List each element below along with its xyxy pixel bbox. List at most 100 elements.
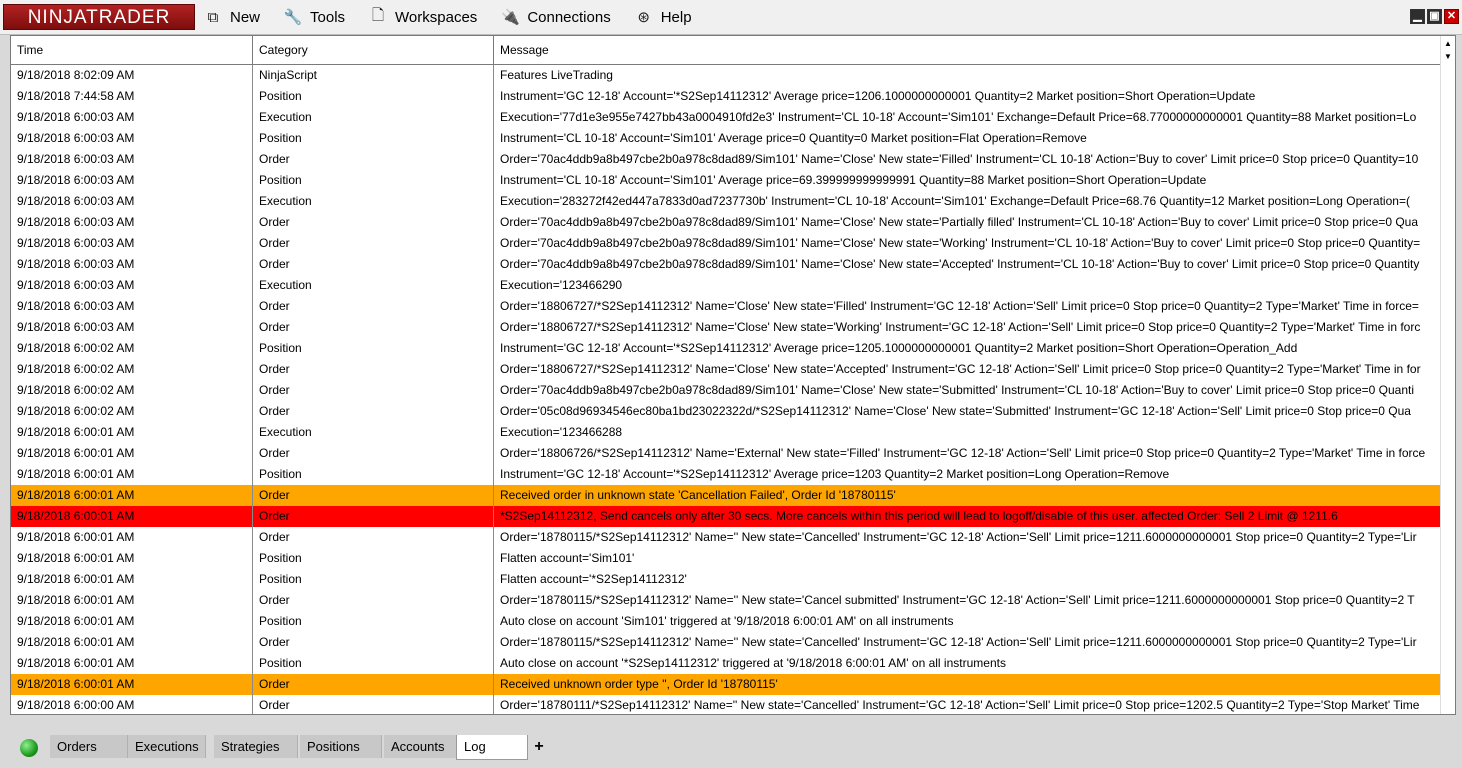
tab-orders[interactable]: Orders xyxy=(50,735,128,758)
log-time-cell: 9/18/2018 6:00:02 AM xyxy=(11,380,253,401)
log-message-cell: Auto close on account 'Sim101' triggered… xyxy=(500,614,954,628)
log-row[interactable]: 9/18/2018 6:00:01 AM Position Auto close o… xyxy=(11,611,1442,632)
log-category-cell: Order xyxy=(253,359,494,380)
log-category-cell: Position xyxy=(253,128,494,149)
new-window-icon: ⧉ xyxy=(207,8,219,26)
log-time-cell: 9/18/2018 7:44:58 AM xyxy=(11,86,253,107)
vertical-scrollbar[interactable]: ▲ ▼ xyxy=(1440,36,1455,714)
log-row[interactable]: 9/18/2018 6:00:03 AM Position Instrument='… xyxy=(11,170,1442,191)
log-row[interactable]: 9/18/2018 6:00:01 AM Order Order='18806726… xyxy=(11,443,1442,464)
log-message-cell: Order='18780115/*S2Sep14112312' Name='' … xyxy=(500,530,1417,544)
log-row[interactable]: 9/18/2018 6:00:01 AM Order Order='18780115… xyxy=(11,527,1442,548)
scroll-up-icon[interactable]: ▲ xyxy=(1441,38,1455,49)
log-message-cell: Received order in unknown state 'Cancell… xyxy=(500,488,896,502)
menu-tools[interactable]: 🔧 Tools xyxy=(283,8,345,27)
menu-workspaces[interactable]: 🗋 Workspaces xyxy=(370,6,477,26)
log-category-cell: Order xyxy=(253,380,494,401)
log-message-cell: Instrument='GC 12-18' Account='*S2Sep141… xyxy=(500,89,1256,103)
menu-new[interactable]: ⧉ New xyxy=(205,8,260,26)
log-row[interactable]: 9/18/2018 6:00:01 AM Order *S2Sep14112312,… xyxy=(11,506,1442,527)
log-row[interactable]: 9/18/2018 6:00:01 AM Order Order='18780115… xyxy=(11,590,1442,611)
log-time-cell: 9/18/2018 6:00:02 AM xyxy=(11,401,253,422)
column-header-message[interactable]: Message xyxy=(494,36,1442,64)
log-row[interactable]: 9/18/2018 6:00:02 AM Order Order='70ac4ddb… xyxy=(11,380,1442,401)
log-row[interactable]: 9/18/2018 7:44:58 AM Position Instrument='… xyxy=(11,86,1442,107)
close-button[interactable]: ✕ xyxy=(1444,9,1459,24)
log-category-cell: Order xyxy=(253,485,494,506)
log-row[interactable]: 9/18/2018 6:00:01 AM Position Flatten acco… xyxy=(11,548,1442,569)
log-time-cell: 9/18/2018 6:00:01 AM xyxy=(11,485,253,506)
minimize-button[interactable]: ▁ xyxy=(1410,9,1425,24)
log-row[interactable]: 9/18/2018 6:00:01 AM Position Auto close o… xyxy=(11,653,1442,674)
log-row[interactable]: 9/18/2018 6:00:01 AM Position Instrument='… xyxy=(11,464,1442,485)
log-message-cell: Execution='123466288 xyxy=(500,425,623,439)
log-time-cell: 9/18/2018 6:00:01 AM xyxy=(11,464,253,485)
log-row[interactable]: 9/18/2018 8:02:09 AM NinjaScript Features … xyxy=(11,65,1442,86)
log-row[interactable]: 9/18/2018 6:00:00 AM Order Order='18780111… xyxy=(11,695,1442,714)
maximize-button[interactable]: ▣ xyxy=(1427,9,1442,24)
log-category-cell: Order xyxy=(253,254,494,275)
log-time-cell: 9/18/2018 6:00:02 AM xyxy=(11,359,253,380)
log-category-cell: Position xyxy=(253,170,494,191)
column-header-time[interactable]: Time xyxy=(11,36,253,64)
log-category-cell: Execution xyxy=(253,191,494,212)
tab-accounts[interactable]: Accounts xyxy=(384,735,462,758)
log-message-cell: Order='05c08d96934546ec80ba1bd23022322d/… xyxy=(500,404,1411,418)
tab-positions[interactable]: Positions xyxy=(300,735,382,758)
menu-label: Connections xyxy=(527,8,611,26)
menu-help[interactable]: ⊛ Help xyxy=(636,8,691,27)
log-row[interactable]: 9/18/2018 6:00:02 AM Position Instrument='… xyxy=(11,338,1442,359)
column-header-category[interactable]: Category xyxy=(253,36,494,64)
log-time-cell: 9/18/2018 6:00:01 AM xyxy=(11,443,253,464)
log-row[interactable]: 9/18/2018 6:00:02 AM Order Order='05c08d96… xyxy=(11,401,1442,422)
log-message-cell: Order='70ac4ddb9a8b497cbe2b0a978c8dad89/… xyxy=(500,257,1420,271)
log-category-cell: Position xyxy=(253,611,494,632)
log-time-cell: 9/18/2018 6:00:03 AM xyxy=(11,107,253,128)
menu-label: New xyxy=(230,8,261,26)
log-message-cell: Order='70ac4ddb9a8b497cbe2b0a978c8dad89/… xyxy=(500,215,1419,229)
log-row[interactable]: 9/18/2018 6:00:01 AM Order Received order … xyxy=(11,485,1442,506)
wrench-icon: 🔧 xyxy=(283,9,303,26)
log-message-cell: *S2Sep14112312, Send cancels only after … xyxy=(500,509,1338,523)
log-message-cell: Flatten account='*S2Sep14112312' xyxy=(500,572,687,586)
tab-strategies[interactable]: Strategies xyxy=(214,735,298,758)
log-time-cell: 9/18/2018 6:00:01 AM xyxy=(11,548,253,569)
log-category-cell: Position xyxy=(253,86,494,107)
log-message-cell: Execution='283272f42ed447a7833d0ad723773… xyxy=(500,194,1410,208)
log-row[interactable]: 9/18/2018 6:00:03 AM Order Order='70ac4ddb… xyxy=(11,149,1442,170)
log-row[interactable]: 9/18/2018 6:00:03 AM Order Order='18806727… xyxy=(11,317,1442,338)
log-row[interactable]: 9/18/2018 6:00:03 AM Order Order='70ac4ddb… xyxy=(11,254,1442,275)
log-time-cell: 9/18/2018 6:00:03 AM xyxy=(11,296,253,317)
log-row[interactable]: 9/18/2018 6:00:03 AM Position Instrument='… xyxy=(11,128,1442,149)
log-time-cell: 9/18/2018 6:00:01 AM xyxy=(11,653,253,674)
plug-icon: 🔌 xyxy=(500,9,520,26)
tab-executions[interactable]: Executions xyxy=(128,735,206,758)
log-time-cell: 9/18/2018 6:00:00 AM xyxy=(11,695,253,714)
add-tab-button[interactable]: + xyxy=(530,735,548,758)
menu-connections[interactable]: 🔌 Connections xyxy=(500,8,611,27)
log-row[interactable]: 9/18/2018 6:00:01 AM Execution Execution='… xyxy=(11,422,1442,443)
log-time-cell: 9/18/2018 6:00:02 AM xyxy=(11,338,253,359)
log-message-cell: Instrument='CL 10-18' Account='Sim101' A… xyxy=(500,131,1087,145)
scroll-down-icon[interactable]: ▼ xyxy=(1441,51,1455,62)
log-category-cell: Order xyxy=(253,632,494,653)
log-row[interactable]: 9/18/2018 6:00:01 AM Position Flatten acco… xyxy=(11,569,1442,590)
log-category-cell: NinjaScript xyxy=(253,65,494,86)
log-row[interactable]: 9/18/2018 6:00:01 AM Order Received unknow… xyxy=(11,674,1442,695)
document-icon: 🗋 xyxy=(372,6,385,24)
log-time-cell: 9/18/2018 6:00:01 AM xyxy=(11,569,253,590)
tab-log[interactable]: Log xyxy=(456,735,528,760)
log-message-cell: Instrument='GC 12-18' Account='*S2Sep141… xyxy=(500,341,1298,355)
log-row[interactable]: 9/18/2018 6:00:03 AM Execution Execution='… xyxy=(11,107,1442,128)
log-row[interactable]: 9/18/2018 6:00:03 AM Order Order='70ac4ddb… xyxy=(11,233,1442,254)
log-row[interactable]: 9/18/2018 6:00:01 AM Order Order='18780115… xyxy=(11,632,1442,653)
log-row[interactable]: 9/18/2018 6:00:03 AM Execution Execution='… xyxy=(11,275,1442,296)
log-grid: Time Category Message 9/18/2018 8:02:09 … xyxy=(10,35,1456,715)
log-category-cell: Position xyxy=(253,653,494,674)
connection-status-icon xyxy=(20,739,38,757)
log-message-cell: Order='18780111/*S2Sep14112312' Name='' … xyxy=(500,698,1420,712)
log-row[interactable]: 9/18/2018 6:00:03 AM Execution Execution='… xyxy=(11,191,1442,212)
log-row[interactable]: 9/18/2018 6:00:03 AM Order Order='18806727… xyxy=(11,296,1442,317)
log-row[interactable]: 9/18/2018 6:00:03 AM Order Order='70ac4ddb… xyxy=(11,212,1442,233)
log-row[interactable]: 9/18/2018 6:00:02 AM Order Order='18806727… xyxy=(11,359,1442,380)
